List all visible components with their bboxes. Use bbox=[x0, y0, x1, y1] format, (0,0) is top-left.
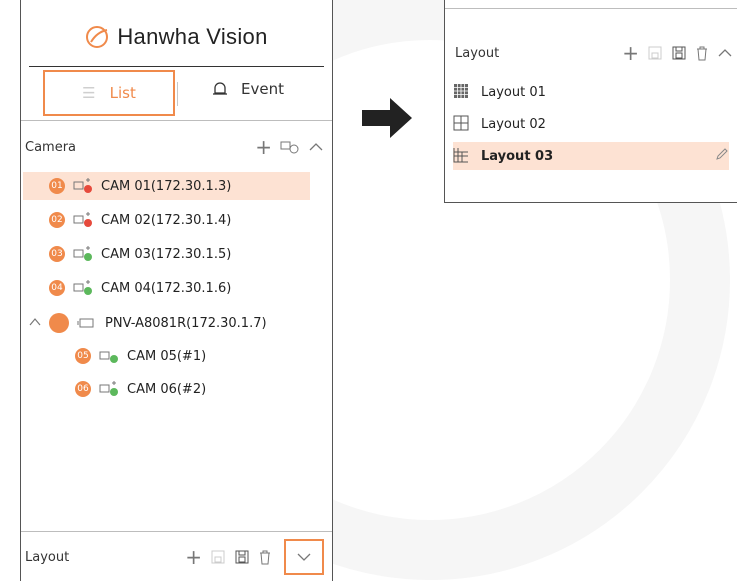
camera-badge: 03 bbox=[49, 246, 65, 262]
brand-logo: Hanwha Vision bbox=[21, 24, 332, 50]
camera-label: CAM 05(#1) bbox=[127, 348, 207, 364]
save-disabled-icon bbox=[647, 45, 663, 61]
camera-label: CAM 06(#2) bbox=[127, 381, 207, 397]
list-icon: ☰ bbox=[82, 84, 96, 102]
camera-connected-icon bbox=[73, 279, 95, 297]
camera-recording-icon bbox=[73, 211, 95, 229]
save-as-icon[interactable] bbox=[234, 549, 250, 565]
device-label: PNV-A8081R(172.30.1.7) bbox=[105, 315, 267, 331]
camera-badge: 02 bbox=[49, 212, 65, 228]
camera-row[interactable]: 05 CAM 05(#1) bbox=[75, 342, 206, 370]
bell-icon bbox=[213, 82, 227, 95]
layout-item-label: Layout 01 bbox=[481, 84, 546, 100]
camera-connected-icon bbox=[99, 347, 121, 365]
layout-section-header: Layout + bbox=[455, 41, 733, 65]
camera-row[interactable]: 04 CAM 04(172.30.1.6) bbox=[49, 274, 231, 302]
tab-bar: ☰ List Event bbox=[21, 70, 332, 118]
add-icon[interactable]: + bbox=[185, 545, 202, 569]
camera-section-header: Camera + bbox=[25, 135, 324, 159]
divider bbox=[21, 120, 332, 121]
layout-item-selected[interactable]: Layout 03 bbox=[453, 142, 729, 170]
camera-label: CAM 01(172.30.1.3) bbox=[101, 178, 232, 194]
layout-section-header: Layout + bbox=[25, 539, 324, 575]
chevron-up-icon[interactable] bbox=[308, 141, 324, 153]
add-icon[interactable]: + bbox=[622, 41, 639, 65]
camera-connected-icon bbox=[73, 245, 95, 263]
layout-item[interactable]: Layout 01 bbox=[453, 78, 729, 106]
grid-2x2-icon bbox=[453, 115, 471, 133]
save-disabled-icon bbox=[210, 549, 226, 565]
brand-name: Hanwha Vision bbox=[117, 24, 268, 49]
expand-layout-button[interactable] bbox=[284, 539, 324, 575]
camera-badge: 04 bbox=[49, 280, 65, 296]
camera-section-title: Camera bbox=[25, 139, 77, 155]
camera-row[interactable]: 06 CAM 06(#2) bbox=[75, 375, 206, 403]
layout-section-title: Layout bbox=[25, 549, 70, 565]
layout-item-label: Layout 03 bbox=[481, 148, 554, 164]
tab-event-label: Event bbox=[241, 80, 284, 98]
pencil-icon[interactable] bbox=[715, 147, 729, 165]
camera-label: CAM 02(172.30.1.4) bbox=[101, 212, 232, 228]
divider bbox=[29, 66, 324, 67]
camera-label: CAM 04(172.30.1.6) bbox=[101, 280, 232, 296]
save-as-icon[interactable] bbox=[671, 45, 687, 61]
chevron-up-icon[interactable] bbox=[29, 316, 41, 330]
arrow-right-icon bbox=[362, 98, 412, 138]
tab-divider bbox=[177, 82, 178, 106]
device-group-row[interactable]: PNV-A8081R(172.30.1.7) bbox=[29, 309, 267, 337]
camera-badge: 06 bbox=[75, 381, 91, 397]
left-panel: Hanwha Vision ☰ List Event Camera + 01 C… bbox=[20, 0, 333, 581]
layout-item-label: Layout 02 bbox=[481, 116, 546, 132]
tab-event[interactable]: Event bbox=[211, 80, 284, 98]
chevron-down-icon bbox=[297, 553, 311, 561]
camera-row[interactable]: 01 CAM 01(172.30.1.3) bbox=[23, 172, 310, 200]
camera-connected-icon bbox=[99, 380, 121, 398]
camera-badge: 05 bbox=[75, 348, 91, 364]
camera-settings-icon[interactable] bbox=[280, 139, 300, 155]
chevron-up-icon[interactable] bbox=[717, 47, 733, 59]
tab-list-label: List bbox=[109, 84, 136, 102]
camera-row[interactable]: 03 CAM 03(172.30.1.5) bbox=[49, 240, 231, 268]
tab-list[interactable]: ☰ List bbox=[43, 70, 175, 116]
grid-4x4-icon bbox=[453, 83, 471, 101]
camera-row[interactable]: 02 CAM 02(172.30.1.4) bbox=[49, 206, 231, 234]
layout-item[interactable]: Layout 02 bbox=[453, 110, 729, 138]
camera-label: CAM 03(172.30.1.5) bbox=[101, 246, 232, 262]
camera-badge: 01 bbox=[49, 178, 65, 194]
device-badge bbox=[49, 313, 69, 333]
divider bbox=[21, 531, 332, 532]
right-panel: Layout + Layout 01 Layout 02 Layout 03 bbox=[444, 0, 737, 203]
layout-section-title: Layout bbox=[455, 45, 500, 61]
trash-icon[interactable] bbox=[695, 45, 709, 61]
grid-custom-icon bbox=[453, 147, 471, 165]
divider bbox=[445, 8, 737, 9]
hanwha-logo-icon bbox=[86, 26, 109, 48]
nvr-device-icon bbox=[77, 314, 99, 332]
trash-icon[interactable] bbox=[258, 549, 272, 565]
add-icon[interactable]: + bbox=[255, 135, 272, 159]
camera-recording-icon bbox=[73, 177, 95, 195]
